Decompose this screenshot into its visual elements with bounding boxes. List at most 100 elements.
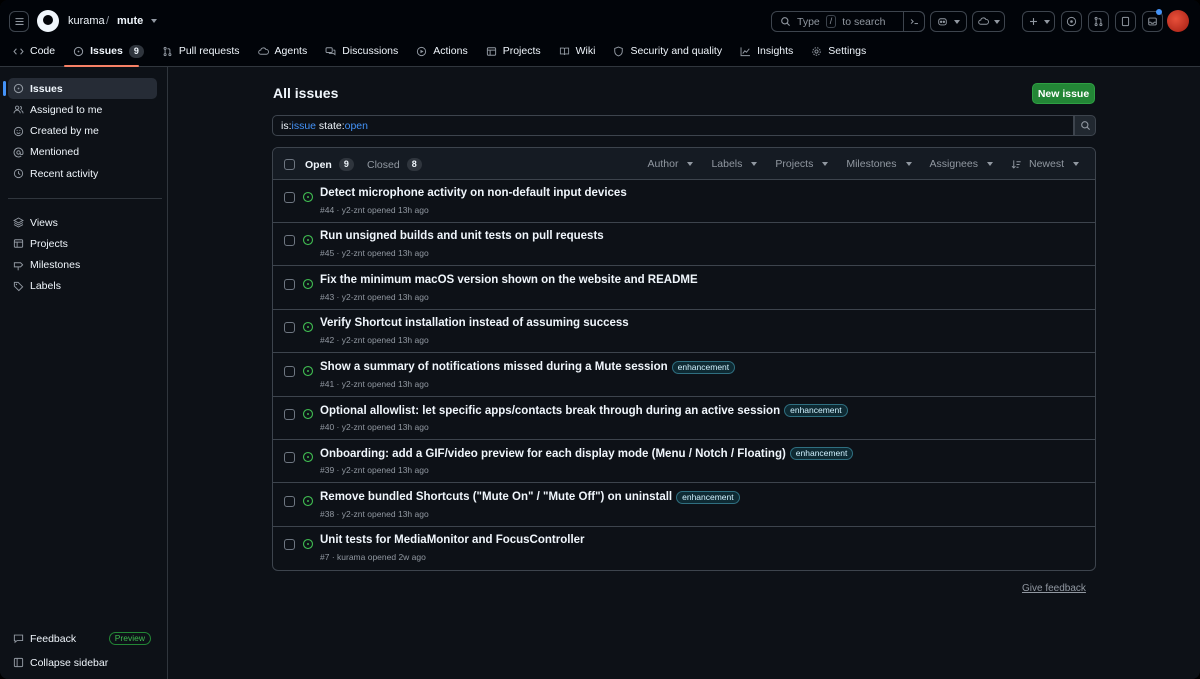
issue-title-link[interactable]: Unit tests for MediaMonitor and FocusCon… (320, 534, 585, 546)
git-pull-request-icon (1094, 16, 1103, 27)
sidebar-item-label: Milestones (30, 259, 81, 272)
issue-opened-icon (1066, 16, 1077, 27)
repositories-button[interactable] (1115, 11, 1136, 32)
issue-row[interactable]: Unit tests for MediaMonitor and FocusCon… (273, 527, 1095, 570)
agents-menu-button[interactable] (972, 11, 1005, 32)
tab-label: Agents (274, 45, 308, 57)
filter-label: Labels (711, 158, 743, 170)
issue-title-link[interactable]: Onboarding: add a GIF/video preview for … (320, 448, 786, 460)
new-issue-button[interactable]: New issue (1032, 83, 1095, 104)
sidebar-item-assigned-to-me[interactable]: Assigned to me (8, 99, 157, 120)
chevron-down-icon (986, 162, 993, 166)
sidebar-item-views[interactable]: Views (8, 212, 157, 233)
collapse-sidebar-button[interactable]: Collapse sidebar (8, 652, 157, 673)
tab-wiki[interactable]: Wiki (551, 42, 604, 60)
tab-projects[interactable]: Projects (478, 42, 549, 60)
filter-label: Milestones (846, 158, 897, 170)
issue-select-checkbox[interactable] (284, 192, 295, 203)
sidebar-item-projects[interactable]: Projects (8, 233, 157, 254)
issue-label-badge[interactable]: enhancement (784, 404, 848, 417)
issue-select-checkbox[interactable] (284, 365, 295, 377)
chevron-down-icon[interactable] (151, 19, 157, 23)
tab-agents[interactable]: Agents (250, 42, 316, 60)
comment-icon (13, 634, 24, 644)
give-feedback-link[interactable]: Give feedback (1022, 583, 1086, 594)
closed-issues-tab[interactable]: Closed 8 (367, 158, 422, 171)
filter-label: Projects (775, 158, 814, 170)
issue-meta: #38 · y2-znt opened 13h ago (320, 508, 429, 519)
table-icon (13, 239, 24, 249)
issue-row[interactable]: Run unsigned builds and unit tests on pu… (273, 223, 1095, 267)
issue-select-checkbox[interactable] (284, 235, 295, 247)
sidebar-feedback-button[interactable]: Feedback Preview (8, 628, 157, 649)
tab-issues[interactable]: Issues 9 (65, 42, 152, 60)
tab-security-and-quality[interactable]: Security and quality (605, 42, 730, 60)
sidebar-item-label: Projects (30, 237, 68, 250)
issue-title-link[interactable]: Detect microphone activity on non-defaul… (320, 187, 627, 199)
issue-label-badge[interactable]: enhancement (676, 490, 740, 504)
repo-owner-link[interactable]: kurama (68, 15, 105, 27)
copilot-button[interactable] (930, 11, 967, 32)
sidebar-item-issues[interactable]: Issues (3, 78, 157, 99)
issue-title-link[interactable]: Remove bundled Shortcuts ("Mute On" / "M… (320, 491, 672, 503)
issue-row[interactable]: Remove bundled Shortcuts ("Mute On" / "M… (273, 484, 1095, 527)
issue-select-checkbox[interactable] (284, 539, 295, 551)
issue-row[interactable]: Fix the minimum macOS version shown on t… (273, 267, 1095, 310)
issues-list: Open 9 Closed 8 Author Labels Projects Mile… (272, 147, 1096, 571)
issue-select-checkbox[interactable] (284, 495, 295, 507)
issue-title-link[interactable]: Show a summary of notifications missed d… (320, 361, 668, 373)
unread-notification-indicator (1156, 9, 1162, 15)
your-pull-requests-button[interactable] (1088, 11, 1109, 32)
hamburger-menu-button[interactable] (9, 11, 29, 32)
filter-milestones[interactable]: Milestones (846, 158, 912, 170)
sidebar-item-recent-activity[interactable]: Recent activity (8, 163, 157, 184)
tab-actions[interactable]: Actions (408, 42, 475, 60)
tab-insights[interactable]: Insights (732, 42, 801, 60)
sidebar-item-labels[interactable]: Labels (8, 276, 157, 297)
search-input[interactable]: Type / to search (771, 11, 925, 32)
issue-title-link[interactable]: Optional allowlist: let specific apps/co… (320, 405, 780, 417)
filter-labels[interactable]: Labels (711, 158, 758, 170)
issue-row[interactable]: Show a summary of notifications missed d… (273, 354, 1095, 397)
issue-select-checkbox[interactable] (284, 322, 295, 334)
filter-assignees[interactable]: Assignees (930, 158, 993, 170)
tab-settings[interactable]: Settings (803, 42, 874, 60)
issue-label-badge[interactable]: enhancement (671, 360, 736, 374)
issue-filter-input[interactable]: is: issue state: open (272, 115, 1074, 136)
user-avatar[interactable] (1167, 10, 1189, 32)
open-issues-tab[interactable]: Open 9 (305, 158, 354, 171)
create-new-button[interactable] (1022, 11, 1055, 32)
issue-title-link[interactable]: Run unsigned builds and unit tests on pu… (320, 230, 604, 242)
filter-projects[interactable]: Projects (775, 158, 829, 170)
issue-meta: #44 · y2-znt opened 13h ago (320, 205, 429, 215)
command-palette-button[interactable] (903, 11, 925, 32)
issue-row[interactable]: Optional allowlist: let specific apps/co… (273, 397, 1095, 440)
issue-title-link[interactable]: Verify Shortcut installation instead of … (320, 317, 629, 329)
filter-search-button[interactable] (1074, 115, 1096, 136)
sidebar-item-created-by-me[interactable]: Created by me (8, 121, 157, 142)
issue-label-badge[interactable]: enhancement (789, 447, 854, 461)
issue-select-checkbox[interactable] (284, 409, 295, 420)
repo-name-link[interactable]: mute (117, 15, 143, 27)
issue-row[interactable]: Onboarding: add a GIF/video preview for … (273, 440, 1095, 484)
sidebar-item-milestones[interactable]: Milestones (8, 255, 157, 276)
select-all-checkbox[interactable] (284, 159, 295, 170)
issue-row[interactable]: Verify Shortcut installation instead of … (273, 310, 1095, 354)
issue-select-checkbox[interactable] (284, 278, 295, 290)
sidebar-divider (8, 198, 162, 199)
sidebar-item-mentioned[interactable]: Mentioned (8, 142, 157, 163)
code-icon (13, 47, 24, 55)
tab-discussions[interactable]: Discussions (317, 42, 406, 60)
tab-code[interactable]: Code (5, 42, 63, 60)
issue-select-checkbox[interactable] (284, 452, 295, 464)
sort-dropdown[interactable]: Newest (1011, 158, 1079, 170)
issue-title-link[interactable]: Fix the minimum macOS version shown on t… (320, 274, 698, 286)
comment-discussion-icon (325, 46, 336, 56)
tab-label: Security and quality (630, 45, 723, 57)
github-logo-icon[interactable] (37, 10, 59, 32)
issue-row[interactable]: Detect microphone activity on non-defaul… (273, 180, 1095, 223)
tab-pull-requests[interactable]: Pull requests (154, 42, 248, 60)
your-issues-button[interactable] (1061, 11, 1082, 32)
filter-author[interactable]: Author (648, 158, 694, 170)
query-value: issue (291, 119, 317, 132)
